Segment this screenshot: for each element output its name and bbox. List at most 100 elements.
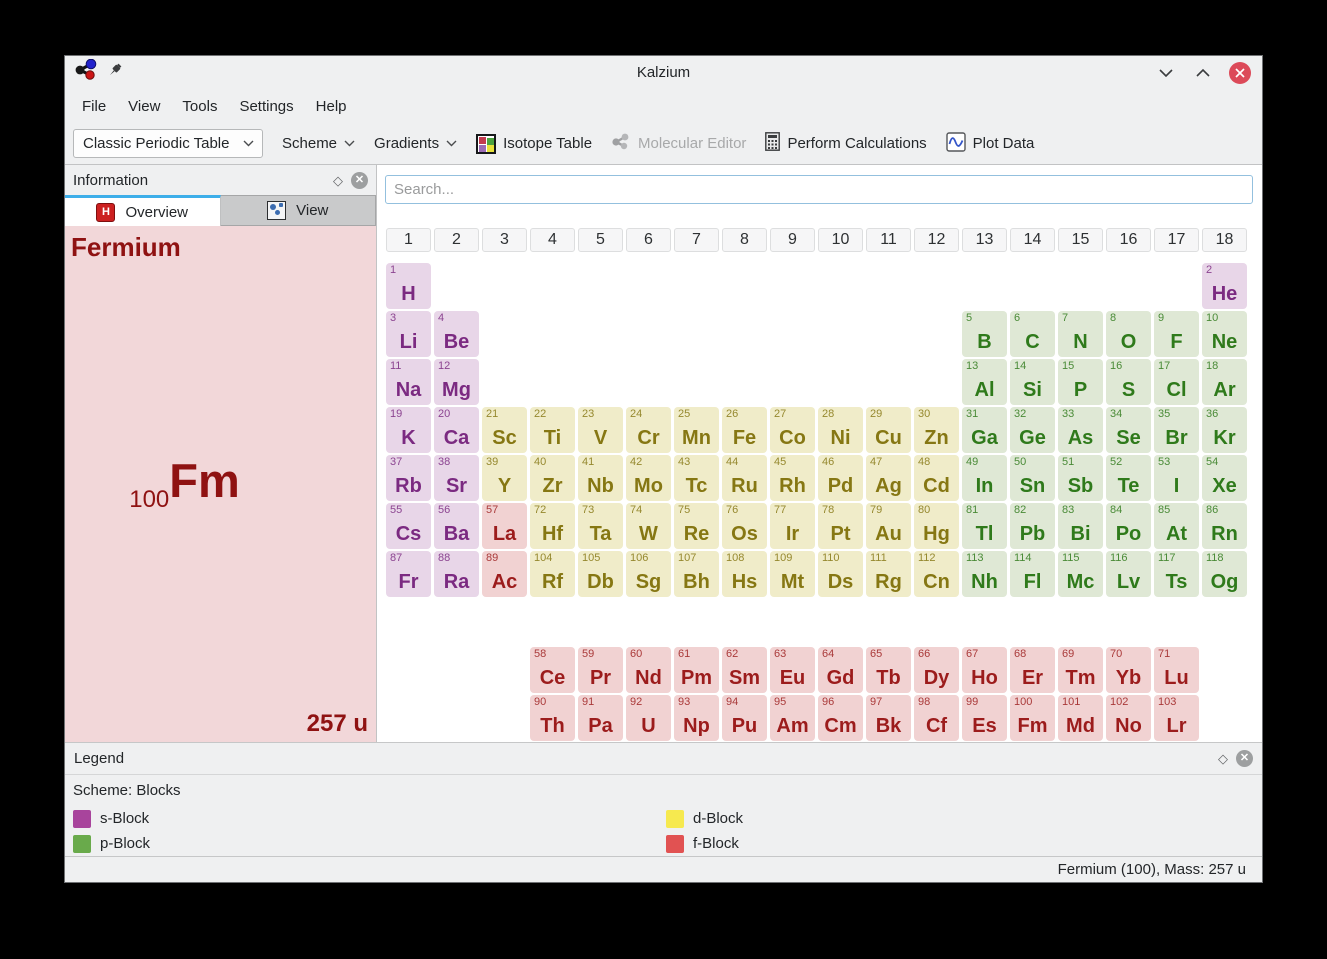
element-cell-Th[interactable]: 90Th — [530, 695, 575, 741]
element-cell-F[interactable]: 9F — [1154, 311, 1199, 357]
element-cell-Rb[interactable]: 37Rb — [386, 455, 431, 501]
element-cell-Ba[interactable]: 56Ba — [434, 503, 479, 549]
element-cell-Se[interactable]: 34Se — [1106, 407, 1151, 453]
element-cell-Am[interactable]: 95Am — [770, 695, 815, 741]
group-header-1[interactable]: 1 — [386, 228, 431, 252]
element-cell-Ce[interactable]: 58Ce — [530, 647, 575, 693]
element-cell-Hs[interactable]: 108Hs — [722, 551, 767, 597]
element-cell-Ho[interactable]: 67Ho — [962, 647, 1007, 693]
element-cell-Xe[interactable]: 54Xe — [1202, 455, 1247, 501]
group-header-5[interactable]: 5 — [578, 228, 623, 252]
element-cell-Li[interactable]: 3Li — [386, 311, 431, 357]
element-cell-Kr[interactable]: 36Kr — [1202, 407, 1247, 453]
element-cell-Fe[interactable]: 26Fe — [722, 407, 767, 453]
element-cell-Ts[interactable]: 117Ts — [1154, 551, 1199, 597]
group-header-8[interactable]: 8 — [722, 228, 767, 252]
element-cell-Mg[interactable]: 12Mg — [434, 359, 479, 405]
element-cell-Be[interactable]: 4Be — [434, 311, 479, 357]
element-cell-Hg[interactable]: 80Hg — [914, 503, 959, 549]
element-cell-Zr[interactable]: 40Zr — [530, 455, 575, 501]
element-cell-Cr[interactable]: 24Cr — [626, 407, 671, 453]
element-cell-Ds[interactable]: 110Ds — [818, 551, 863, 597]
element-cell-In[interactable]: 49In — [962, 455, 1007, 501]
element-cell-Og[interactable]: 118Og — [1202, 551, 1247, 597]
element-cell-Bh[interactable]: 107Bh — [674, 551, 719, 597]
group-header-10[interactable]: 10 — [818, 228, 863, 252]
element-cell-Sr[interactable]: 38Sr — [434, 455, 479, 501]
element-cell-Md[interactable]: 101Md — [1058, 695, 1103, 741]
menu-help[interactable]: Help — [305, 94, 358, 119]
element-cell-Ga[interactable]: 31Ga — [962, 407, 1007, 453]
element-cell-Lv[interactable]: 116Lv — [1106, 551, 1151, 597]
perform-calculations-button[interactable]: Perform Calculations — [765, 132, 926, 155]
element-cell-Al[interactable]: 13Al — [962, 359, 1007, 405]
element-cell-Bi[interactable]: 83Bi — [1058, 503, 1103, 549]
element-cell-Tm[interactable]: 69Tm — [1058, 647, 1103, 693]
element-cell-Re[interactable]: 75Re — [674, 503, 719, 549]
menu-settings[interactable]: Settings — [228, 94, 304, 119]
element-cell-Fm[interactable]: 100Fm — [1010, 695, 1055, 741]
element-cell-Rh[interactable]: 45Rh — [770, 455, 815, 501]
element-cell-Pm[interactable]: 61Pm — [674, 647, 719, 693]
element-cell-Ne[interactable]: 10Ne — [1202, 311, 1247, 357]
element-cell-Os[interactable]: 76Os — [722, 503, 767, 549]
element-cell-Ag[interactable]: 47Ag — [866, 455, 911, 501]
group-header-3[interactable]: 3 — [482, 228, 527, 252]
element-cell-Ti[interactable]: 22Ti — [530, 407, 575, 453]
element-cell-At[interactable]: 85At — [1154, 503, 1199, 549]
group-header-9[interactable]: 9 — [770, 228, 815, 252]
element-cell-Cd[interactable]: 48Cd — [914, 455, 959, 501]
element-cell-Sb[interactable]: 51Sb — [1058, 455, 1103, 501]
group-header-2[interactable]: 2 — [434, 228, 479, 252]
float-dock-icon[interactable]: ◇ — [333, 174, 343, 187]
element-cell-Pr[interactable]: 59Pr — [578, 647, 623, 693]
group-header-7[interactable]: 7 — [674, 228, 719, 252]
element-cell-Mo[interactable]: 42Mo — [626, 455, 671, 501]
tab-overview[interactable]: H Overview — [65, 195, 221, 226]
element-cell-Ni[interactable]: 28Ni — [818, 407, 863, 453]
element-cell-Tb[interactable]: 65Tb — [866, 647, 911, 693]
element-cell-Ra[interactable]: 88Ra — [434, 551, 479, 597]
element-cell-Na[interactable]: 11Na — [386, 359, 431, 405]
element-cell-C[interactable]: 6C — [1010, 311, 1055, 357]
element-cell-Db[interactable]: 105Db — [578, 551, 623, 597]
element-cell-Yb[interactable]: 70Yb — [1106, 647, 1151, 693]
element-cell-Y[interactable]: 39Y — [482, 455, 527, 501]
element-cell-Sg[interactable]: 106Sg — [626, 551, 671, 597]
plot-data-button[interactable]: Plot Data — [946, 132, 1035, 156]
element-cell-Rf[interactable]: 104Rf — [530, 551, 575, 597]
element-cell-Sn[interactable]: 50Sn — [1010, 455, 1055, 501]
group-header-16[interactable]: 16 — [1106, 228, 1151, 252]
search-input[interactable] — [385, 175, 1253, 204]
element-cell-W[interactable]: 74W — [626, 503, 671, 549]
group-header-6[interactable]: 6 — [626, 228, 671, 252]
element-cell-Pu[interactable]: 94Pu — [722, 695, 767, 741]
close-dock-icon[interactable]: ✕ — [351, 172, 368, 189]
group-header-4[interactable]: 4 — [530, 228, 575, 252]
element-cell-H[interactable]: 1H — [386, 263, 431, 309]
menu-view[interactable]: View — [117, 94, 171, 119]
element-cell-Np[interactable]: 93Np — [674, 695, 719, 741]
element-cell-Fr[interactable]: 87Fr — [386, 551, 431, 597]
element-cell-Fl[interactable]: 114Fl — [1010, 551, 1055, 597]
element-cell-I[interactable]: 53I — [1154, 455, 1199, 501]
element-cell-Gd[interactable]: 64Gd — [818, 647, 863, 693]
group-header-14[interactable]: 14 — [1010, 228, 1055, 252]
close-legend-icon[interactable]: ✕ — [1236, 750, 1253, 767]
element-cell-Tl[interactable]: 81Tl — [962, 503, 1007, 549]
gradients-menu-button[interactable]: Gradients — [374, 135, 457, 152]
maximize-button[interactable] — [1192, 62, 1214, 84]
element-cell-Si[interactable]: 14Si — [1010, 359, 1055, 405]
element-cell-Eu[interactable]: 63Eu — [770, 647, 815, 693]
element-cell-K[interactable]: 19K — [386, 407, 431, 453]
element-cell-Nh[interactable]: 113Nh — [962, 551, 1007, 597]
element-cell-Cl[interactable]: 17Cl — [1154, 359, 1199, 405]
float-legend-icon[interactable]: ◇ — [1218, 752, 1228, 765]
element-cell-U[interactable]: 92U — [626, 695, 671, 741]
element-cell-Mt[interactable]: 109Mt — [770, 551, 815, 597]
element-cell-N[interactable]: 7N — [1058, 311, 1103, 357]
element-cell-He[interactable]: 2He — [1202, 263, 1247, 309]
close-button[interactable] — [1229, 62, 1251, 84]
group-header-12[interactable]: 12 — [914, 228, 959, 252]
element-cell-Sc[interactable]: 21Sc — [482, 407, 527, 453]
